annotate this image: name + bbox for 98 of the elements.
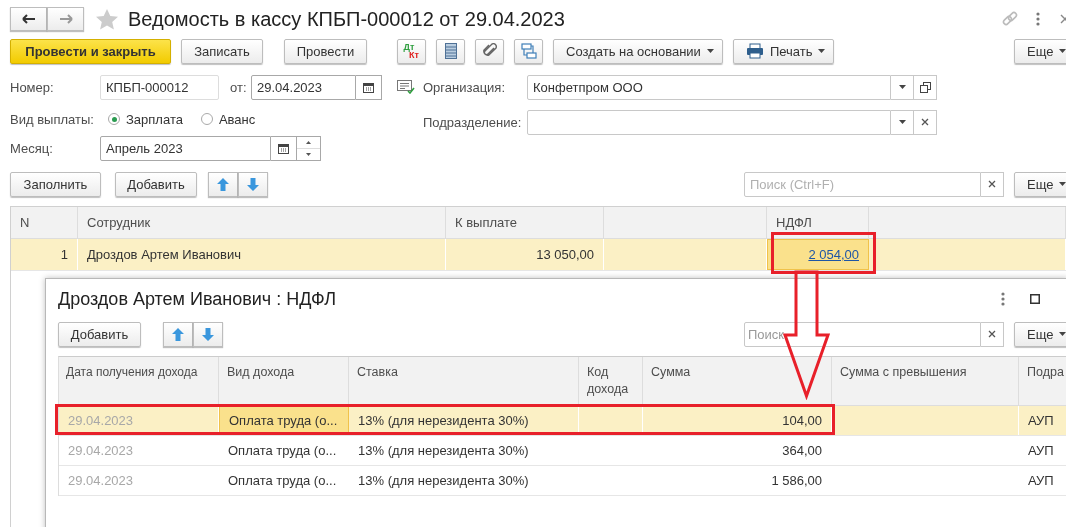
calendar-button[interactable]	[271, 135, 297, 161]
more-icon[interactable]	[1036, 12, 1040, 26]
up-caret-icon	[306, 140, 311, 144]
link-icon[interactable]	[1002, 11, 1018, 27]
fill-button[interactable]: Заполнить	[10, 171, 101, 197]
caret-icon	[818, 49, 826, 53]
down-arrow-icon	[247, 177, 259, 191]
caret-icon	[1059, 332, 1066, 336]
structure-icon	[520, 43, 537, 59]
move-up-button[interactable]	[208, 171, 238, 197]
table-cell: 364,00	[643, 436, 832, 465]
radio-option[interactable]: Аванс	[200, 111, 256, 127]
add-button[interactable]: Добавить	[115, 171, 197, 197]
move-down-button[interactable]	[193, 321, 223, 347]
structure-button[interactable]	[514, 38, 543, 64]
move-up-button[interactable]	[163, 321, 193, 347]
paperclip-icon	[482, 43, 497, 59]
table-cell: 29.04.2023	[59, 466, 219, 495]
field-label: от:	[230, 79, 248, 95]
table-cell: 13 050,00	[446, 239, 604, 270]
print-button[interactable]: Печать	[732, 38, 835, 64]
column-header[interactable]: Сотрудник	[78, 207, 446, 238]
table-cell: 1	[11, 239, 78, 270]
field-label: Номер:	[10, 79, 55, 95]
clear-button[interactable]	[981, 171, 1004, 197]
left-arrow-icon	[21, 14, 36, 24]
list-button[interactable]	[436, 38, 465, 64]
search-field[interactable]: Поиск (Ctrl+F)	[744, 171, 981, 197]
date-field[interactable]: 29.04.2023	[251, 74, 356, 100]
list-icon	[444, 43, 457, 59]
dropdown-button[interactable]	[891, 74, 914, 100]
table-cell: 29.04.2023	[59, 436, 219, 465]
down-arrow-icon	[202, 327, 214, 341]
add-button[interactable]: Добавить	[58, 321, 141, 347]
radio-option[interactable]: Зарплата	[108, 111, 183, 127]
table-cell: АУП	[1019, 466, 1066, 495]
column-header[interactable]: Дата получения дохода	[59, 357, 219, 405]
caret-icon	[898, 120, 906, 124]
toolbar-button[interactable]: Провести	[284, 38, 367, 64]
clear-button[interactable]	[914, 109, 937, 135]
column-header[interactable]: К выплате	[446, 207, 604, 238]
month-field[interactable]: Апрель 2023	[100, 135, 271, 161]
field-label: Вид выплаты:	[10, 111, 95, 127]
table-cell: Оплата труда (о...	[219, 466, 349, 495]
table-cell: Оплата труда (о...	[219, 436, 349, 465]
caret-icon	[1059, 182, 1066, 186]
printer-icon	[745, 43, 764, 59]
table-cell: АУП	[1019, 436, 1066, 465]
move-down-button[interactable]	[238, 171, 268, 197]
caret-icon	[1059, 49, 1066, 53]
back-button[interactable]	[10, 7, 47, 31]
caret-icon	[898, 85, 906, 89]
calendar-icon	[363, 81, 374, 93]
column-header[interactable]: Вид дохода	[219, 357, 349, 405]
caret-icon	[706, 49, 714, 53]
field-label: Организация:	[423, 79, 507, 95]
toolbar-button[interactable]: Записать	[181, 38, 263, 64]
field-label: Подразделение:	[423, 114, 523, 130]
more-button[interactable]: Еще	[1014, 321, 1066, 347]
more-icon[interactable]	[1001, 292, 1005, 306]
column-header[interactable]: N	[11, 207, 78, 238]
document-check-icon[interactable]	[397, 80, 415, 94]
more-button[interactable]: Еще	[1014, 171, 1066, 197]
table-cell: 1 586,00	[643, 466, 832, 495]
column-header[interactable]: Ставка	[349, 357, 579, 405]
department-field[interactable]	[527, 109, 891, 135]
field-label: Месяц:	[10, 140, 54, 156]
table-cell: 13% (для нерезидента 30%)	[349, 466, 579, 495]
table-cell: АУП	[1019, 406, 1066, 435]
column-header[interactable]: Сумма с превышения	[832, 357, 1019, 405]
column-header[interactable]: Код дохода	[579, 357, 643, 405]
calendar-button[interactable]	[356, 74, 382, 100]
calendar-icon	[278, 142, 289, 154]
column-header[interactable]: Сумма	[643, 357, 832, 405]
up-arrow-icon	[217, 177, 229, 191]
up-arrow-icon	[172, 327, 184, 341]
star-icon[interactable]	[96, 8, 118, 30]
window-title: Ведомость в кассу КПБП-000012 от 29.04.2023	[128, 7, 565, 31]
organization-field[interactable]: Конфетпром ООО	[527, 74, 891, 100]
column-header[interactable]: НДФЛ	[767, 207, 869, 238]
open-window-icon	[919, 81, 931, 93]
post-and-close-button[interactable]: Провести и закрыть	[10, 38, 171, 64]
table-cell: 13% (для нерезидента 30%)	[349, 436, 579, 465]
popup-title: Дроздов Артем Иванович : НДФЛ	[58, 288, 336, 310]
dt-kt-button[interactable]: Дт Кт	[397, 38, 426, 64]
right-arrow-icon	[58, 14, 73, 24]
down-caret-icon	[306, 152, 311, 156]
table-cell: Дроздов Артем Иванович	[78, 239, 446, 270]
create-based-on-button[interactable]: Создать на основании	[553, 38, 723, 64]
maximize-icon[interactable]	[1030, 294, 1040, 304]
more-button[interactable]: Еще	[1014, 38, 1066, 64]
attach-button[interactable]	[475, 38, 504, 64]
clear-button[interactable]	[981, 321, 1004, 347]
open-button[interactable]	[914, 74, 937, 100]
column-header[interactable]: Подра	[1019, 357, 1066, 405]
number-field[interactable]: КПБП-000012	[100, 74, 219, 100]
dropdown-button[interactable]	[891, 109, 914, 135]
search-field[interactable]: Поиск	[744, 321, 981, 347]
